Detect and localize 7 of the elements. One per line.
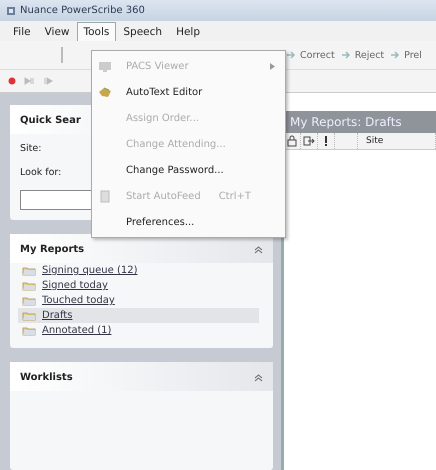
field-label: Site: [19,142,42,156]
panel-title: My Reports: Drafts [284,111,436,133]
field-label: Look for: [19,166,62,180]
window-title: Nuance PowerScribe 360 [20,5,145,16]
shortcut-label: Ctrl+T [218,190,251,202]
card-title: My Reports [20,244,84,255]
card-title: Worklists [20,372,73,383]
